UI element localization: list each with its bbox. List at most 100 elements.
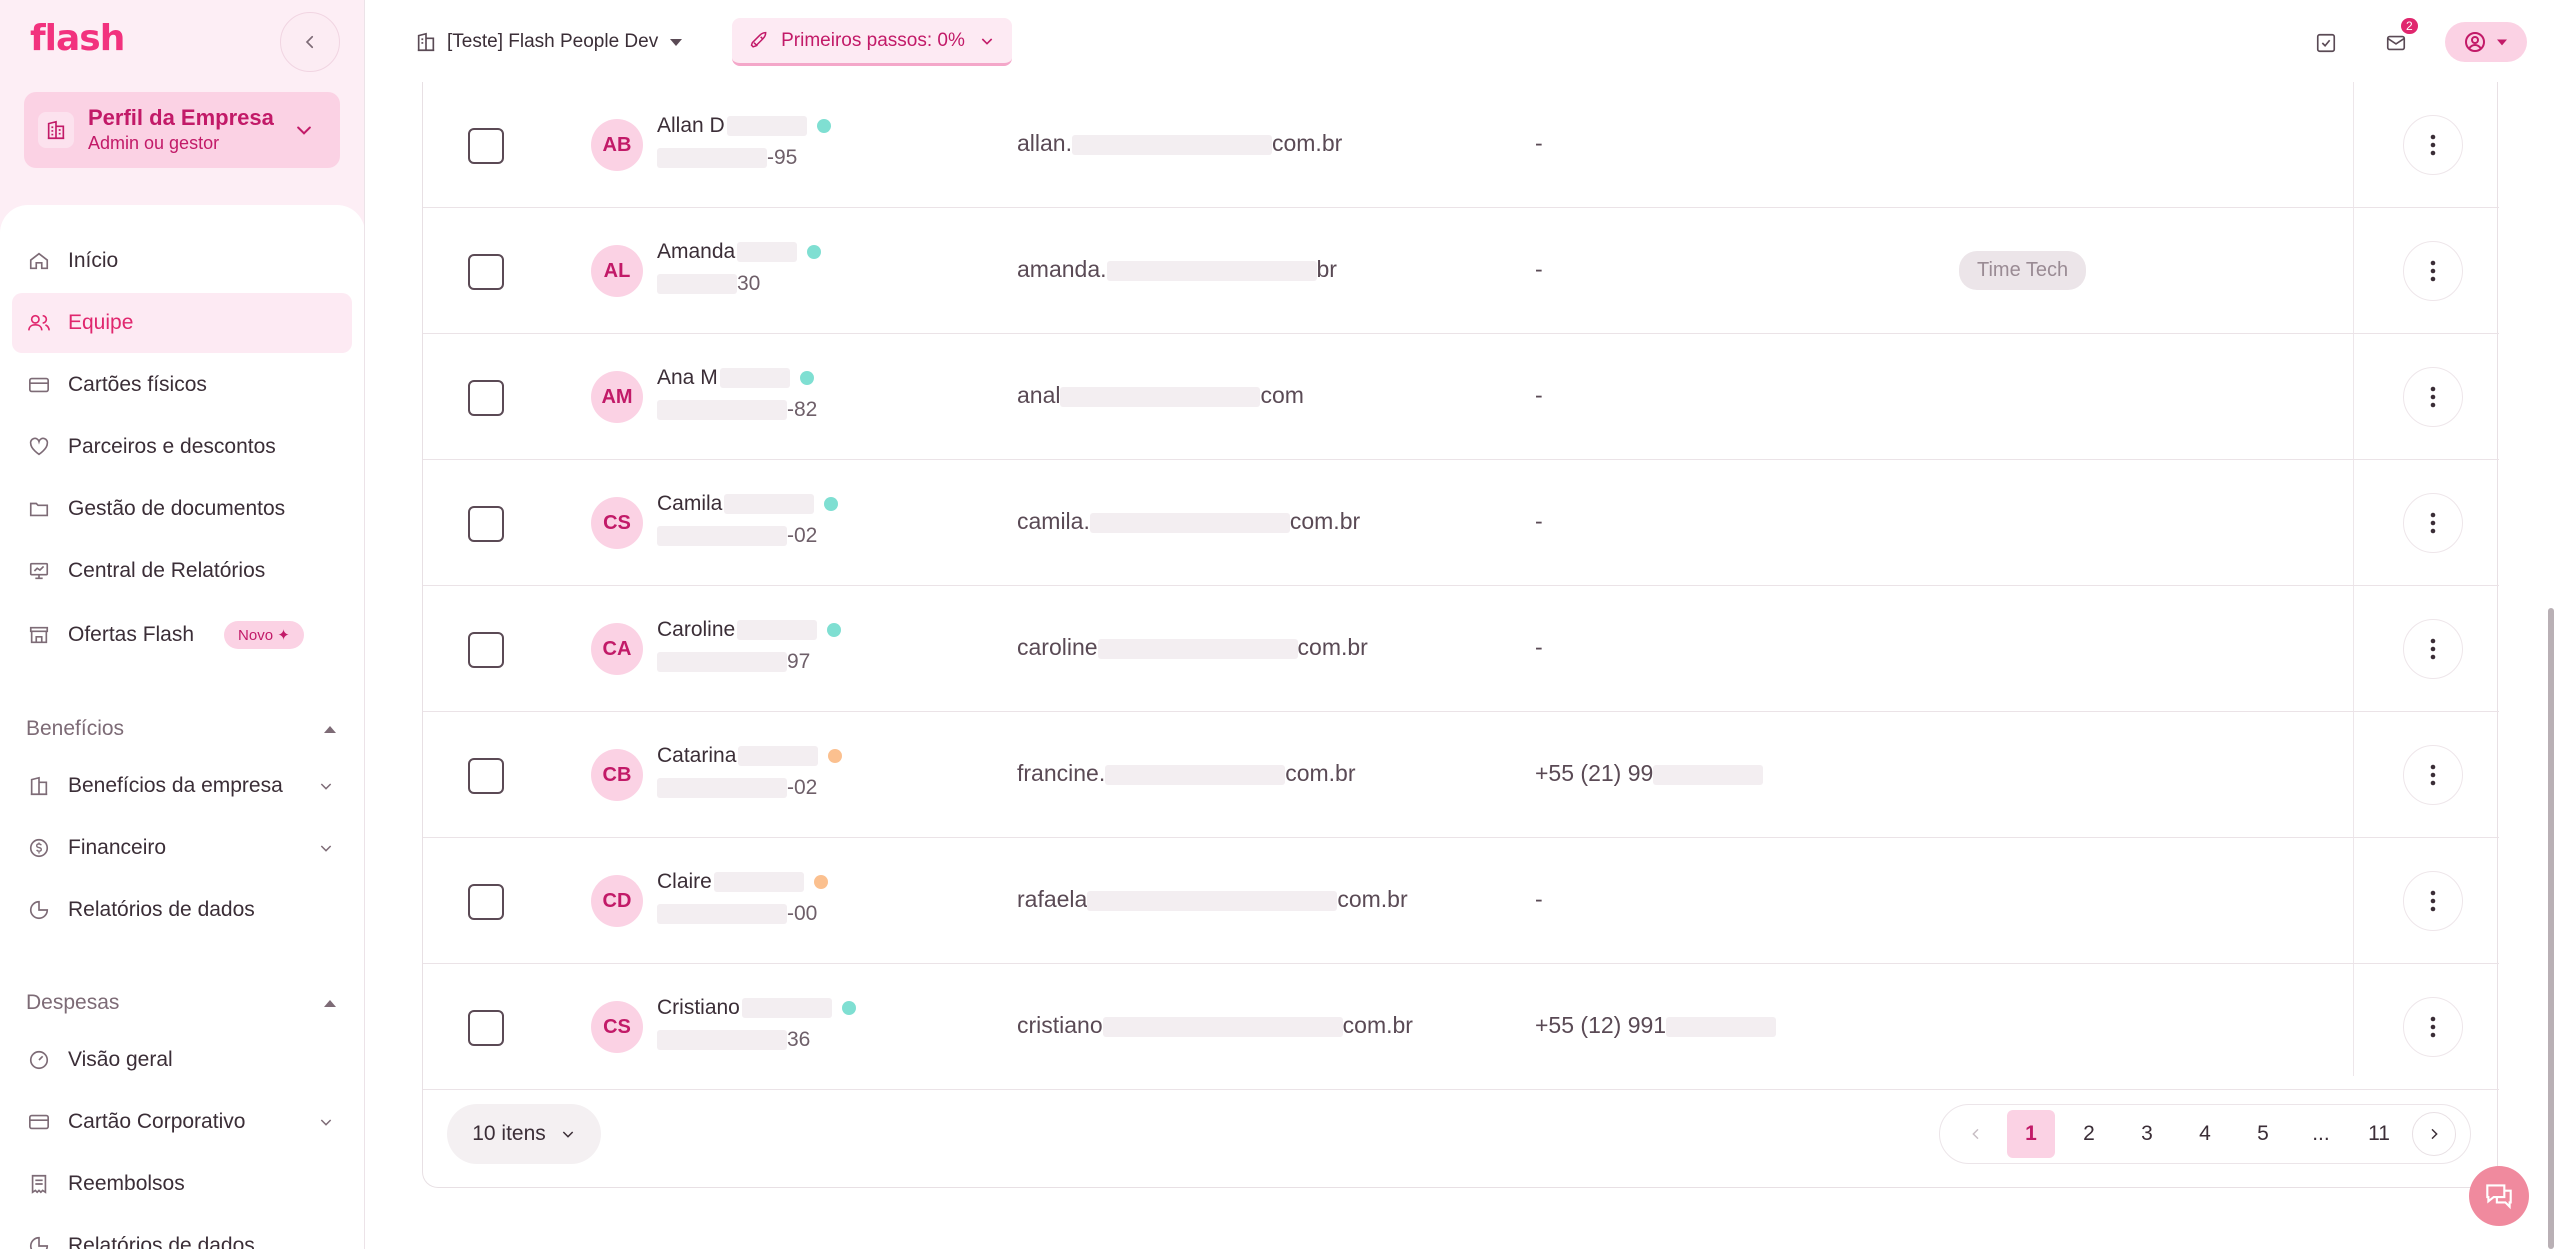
page-number-button[interactable]: 11 xyxy=(2355,1110,2403,1158)
nav-reembolsos[interactable]: Reembolsos xyxy=(12,1154,352,1214)
email-prefix: camila. xyxy=(1017,508,1090,534)
email-prefix: allan. xyxy=(1017,130,1072,156)
chat-bubbles-icon xyxy=(2486,1184,2512,1210)
redacted-block xyxy=(657,274,737,295)
nav-equipe[interactable]: Equipe xyxy=(12,293,352,353)
table-row[interactable]: CD Claire -00 rafaela com.br - xyxy=(423,838,2499,964)
nav-inicio[interactable]: Início xyxy=(12,231,352,291)
page-number-button[interactable]: 1 xyxy=(2006,1110,2055,1158)
employee-name-text: Cristiano xyxy=(657,996,740,1019)
status-dot xyxy=(813,875,828,889)
pagination-ellipsis: ... xyxy=(2312,1122,2330,1145)
row-checkbox[interactable] xyxy=(468,632,504,668)
caret-down-icon xyxy=(2497,39,2507,46)
section-despesas[interactable]: Despesas xyxy=(26,983,338,1023)
onboarding-progress-button[interactable]: Primeiros passos: 0% xyxy=(732,18,1012,66)
row-actions-button[interactable] xyxy=(2403,997,2463,1057)
table-row[interactable]: AM Ana M -82 anal com - xyxy=(423,334,2499,460)
nav-relatorios[interactable]: Central de Relatórios xyxy=(12,541,352,601)
table-row[interactable]: CS Cristiano 36 cristiano com.br +55 (12)… xyxy=(423,964,2499,1090)
document-suffix: -82 xyxy=(787,398,818,421)
row-checkbox[interactable] xyxy=(468,254,504,290)
table-row[interactable]: AB Allan D -95 allan. com.br - xyxy=(423,82,2499,208)
section-beneficios[interactable]: Benefícios xyxy=(26,709,338,749)
table-row[interactable]: AL Amanda 30 amanda. br - Time Tech xyxy=(423,208,2499,334)
previous-page-button[interactable] xyxy=(1954,1112,1998,1156)
employee-name-text: Caroline xyxy=(657,618,736,641)
row-checkbox[interactable] xyxy=(468,380,504,416)
email-prefix: anal xyxy=(1017,382,1061,408)
page-number-button[interactable]: 3 xyxy=(2123,1110,2171,1158)
nav-despesas-relatorios[interactable]: Relatórios de dados xyxy=(12,1216,352,1249)
row-checkbox[interactable] xyxy=(468,884,504,920)
nav-ofertas-label: Ofertas Flash xyxy=(68,623,195,646)
pie-chart-icon xyxy=(26,1235,52,1249)
row-actions-button[interactable] xyxy=(2403,115,2463,175)
employee-document: -00 xyxy=(657,902,817,926)
page-scrollbar[interactable] xyxy=(2548,608,2554,1249)
employee-document: -95 xyxy=(657,146,797,170)
table-row[interactable]: CB Catarina -02 francine. com.br +55 (21)… xyxy=(423,712,2499,838)
collapse-sidebar-button[interactable] xyxy=(280,12,340,72)
credit-card-icon xyxy=(26,1111,52,1133)
redacted-block xyxy=(1097,638,1298,659)
user-menu-button[interactable] xyxy=(2445,22,2527,62)
notifications-button[interactable]: 2 xyxy=(2377,18,2418,62)
nav-cartao-corporativo[interactable]: Cartão Corporativo xyxy=(12,1092,352,1152)
row-actions-button[interactable] xyxy=(2403,241,2463,301)
row-actions-button[interactable] xyxy=(2403,745,2463,805)
department-tag: Time Tech xyxy=(1959,251,2087,290)
tasks-button[interactable] xyxy=(2307,24,2345,62)
row-checkbox[interactable] xyxy=(468,506,504,542)
avatar: CD xyxy=(591,875,643,927)
page-number-button[interactable]: 2 xyxy=(2065,1110,2113,1158)
avatar: CA xyxy=(591,623,643,675)
nav-beneficios-empresa[interactable]: Benefícios da empresa xyxy=(12,756,352,816)
workspace-label: [Teste] Flash People Dev xyxy=(447,31,659,52)
next-page-button[interactable] xyxy=(2411,1112,2456,1156)
page-number-button[interactable]: 5 xyxy=(2239,1110,2287,1158)
nav-documentos[interactable]: Gestão de documentos xyxy=(12,479,352,539)
company-profile-selector[interactable]: Perfil da Empresa Admin ou gestor xyxy=(24,92,340,168)
nav-beneficios-relatorios[interactable]: Relatórios de dados xyxy=(12,880,352,940)
avatar: CB xyxy=(591,749,643,801)
page-numbers: 1 2 3 4 5... 11 xyxy=(2006,1110,2403,1158)
chevron-down-icon xyxy=(562,1131,573,1138)
employee-email: anal com xyxy=(1017,382,1304,409)
workspace-selector[interactable]: [Teste] Flash People Dev xyxy=(415,22,684,62)
nav-visao-geral[interactable]: Visão geral xyxy=(12,1030,352,1090)
email-prefix: caroline xyxy=(1017,634,1098,660)
notifications-count-badge: 2 xyxy=(2401,18,2418,34)
table-row[interactable]: CA Caroline 97 caroline com.br - xyxy=(423,586,2499,712)
chevron-down-icon xyxy=(318,778,334,794)
redacted-block xyxy=(657,148,767,169)
row-checkbox[interactable] xyxy=(468,758,504,794)
nav-cartoes[interactable]: Cartões físicos xyxy=(12,355,352,415)
page-size-select[interactable]: 10 itens xyxy=(447,1104,601,1164)
page-number-button[interactable]: 4 xyxy=(2181,1110,2229,1158)
nav-ofertas[interactable]: Ofertas Flash Novo ✦ xyxy=(12,605,352,665)
nav-financeiro[interactable]: Financeiro xyxy=(12,818,352,878)
employee-document: -82 xyxy=(657,398,817,422)
help-chat-button[interactable] xyxy=(2469,1166,2529,1226)
nav-parceiros[interactable]: Parceiros e descontos xyxy=(12,417,352,477)
row-checkbox[interactable] xyxy=(468,1010,504,1046)
more-vertical-icon xyxy=(2430,1016,2436,1038)
building-icon xyxy=(26,775,52,797)
document-suffix: 36 xyxy=(787,1028,811,1051)
row-actions-button[interactable] xyxy=(2403,871,2463,931)
row-checkbox[interactable] xyxy=(468,128,504,164)
row-actions-button[interactable] xyxy=(2403,493,2463,553)
caret-up-icon xyxy=(324,1000,336,1007)
redacted-block xyxy=(657,652,787,673)
table-row[interactable]: CS Camila -02 camila. com.br - xyxy=(423,460,2499,586)
employee-document: 30 xyxy=(657,272,760,296)
chevron-right-icon xyxy=(2431,1128,2438,1140)
pie-chart-icon xyxy=(26,899,52,921)
row-actions-button[interactable] xyxy=(2403,619,2463,679)
onboarding-label: Primeiros passos: 0% xyxy=(781,29,965,51)
document-suffix: -00 xyxy=(787,902,818,925)
redacted-block xyxy=(1666,1016,1777,1037)
avatar: AB xyxy=(591,119,643,171)
row-actions-button[interactable] xyxy=(2403,367,2463,427)
